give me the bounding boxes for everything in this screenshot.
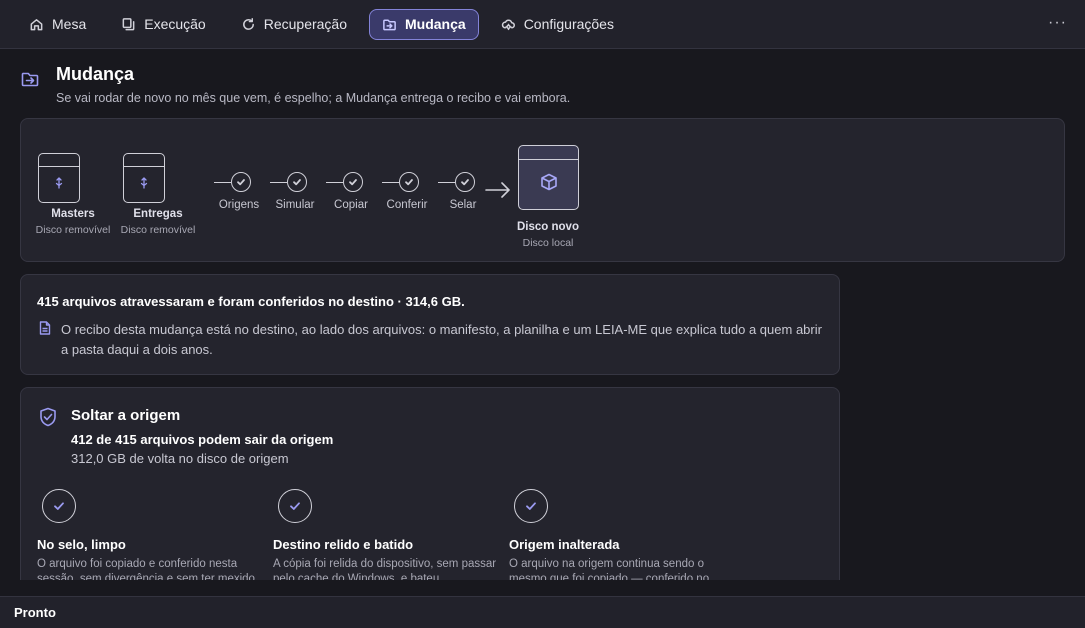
- step-label: Copiar: [334, 199, 368, 211]
- check-circle-icon: [230, 172, 251, 192]
- usb-icon: [140, 177, 148, 189]
- release-size: 312,0 GB de volta no disco de origem: [71, 451, 289, 466]
- release-source-card: Soltar a origem 412 de 415 arquivos pode…: [20, 387, 840, 580]
- status-bar: Pronto: [0, 596, 1085, 628]
- content-area: Mudança Se vai rodar de novo no mês que …: [0, 0, 1085, 580]
- result-summary-card: 415 arquivos atravessaram e foram confer…: [20, 274, 840, 375]
- status-text: Pronto: [14, 605, 56, 620]
- check-circle-icon: [42, 489, 76, 523]
- cube-icon: [541, 173, 557, 191]
- arrow-right-icon: [485, 182, 510, 198]
- check-item: Destino relido e batido A cópia foi reli…: [273, 489, 498, 580]
- usb-icon: [55, 177, 63, 189]
- release-count: 412 de 415 arquivos podem sair da origem: [71, 432, 334, 447]
- result-title: 415 arquivos atravessaram e foram confer…: [37, 294, 465, 309]
- check-item: No selo, limpo O arquivo foi copiado e c…: [37, 489, 262, 580]
- transfer-flow-card: Masters Disco removível Entregas Disco r…: [20, 118, 1065, 262]
- check-item: Origem inalterada O arquivo na origem co…: [509, 489, 734, 580]
- release-title: Soltar a origem: [71, 407, 181, 424]
- check-circle-icon: [454, 172, 475, 192]
- removable-drive-icon: [38, 153, 80, 203]
- check-description: A cópia foi relida do dispositivo, sem p…: [273, 558, 497, 580]
- check-circle-icon: [278, 489, 312, 523]
- step-label: Simular: [275, 199, 315, 211]
- page-subtitle: Se vai rodar de novo no mês que vem, é e…: [56, 91, 571, 105]
- shield-check-icon: [40, 407, 56, 427]
- check-title: No selo, limpo: [37, 537, 126, 552]
- document-icon: [39, 321, 51, 335]
- check-circle-icon: [342, 172, 363, 192]
- check-title: Destino relido e batido: [273, 537, 414, 552]
- check-circle-icon: [514, 489, 548, 523]
- destination-type: Disco local: [522, 237, 574, 249]
- source-name: Entregas: [133, 208, 183, 220]
- step-label: Selar: [449, 199, 477, 211]
- check-description: O arquivo foi copiado e conferido nesta …: [37, 558, 255, 580]
- flow-step-copiar: Copiar: [316, 171, 372, 211]
- flow-step-selar: Selar: [428, 171, 484, 211]
- page-title: Mudança: [56, 64, 135, 84]
- flow-step-conferir: Conferir: [372, 171, 428, 211]
- step-label: Origens: [218, 199, 260, 211]
- step-label: Conferir: [386, 199, 428, 211]
- result-description: O recibo desta mudança está no destino, …: [61, 322, 822, 357]
- folder-move-icon: [21, 72, 39, 87]
- removable-drive-icon: [123, 153, 165, 203]
- local-disk-icon: [518, 145, 579, 210]
- flow-step-simular: Simular: [260, 171, 316, 211]
- check-circle-icon: [286, 172, 307, 192]
- flow-step-origens: Origens: [204, 171, 260, 211]
- check-description: O arquivo na origem continua sendo o mes…: [509, 558, 710, 580]
- destination-name: Disco novo: [517, 221, 579, 233]
- source-type: Disco removível: [120, 224, 196, 236]
- page-header: Mudança Se vai rodar de novo no mês que …: [20, 64, 570, 105]
- check-circle-icon: [398, 172, 419, 192]
- check-title: Origem inalterada: [509, 537, 620, 552]
